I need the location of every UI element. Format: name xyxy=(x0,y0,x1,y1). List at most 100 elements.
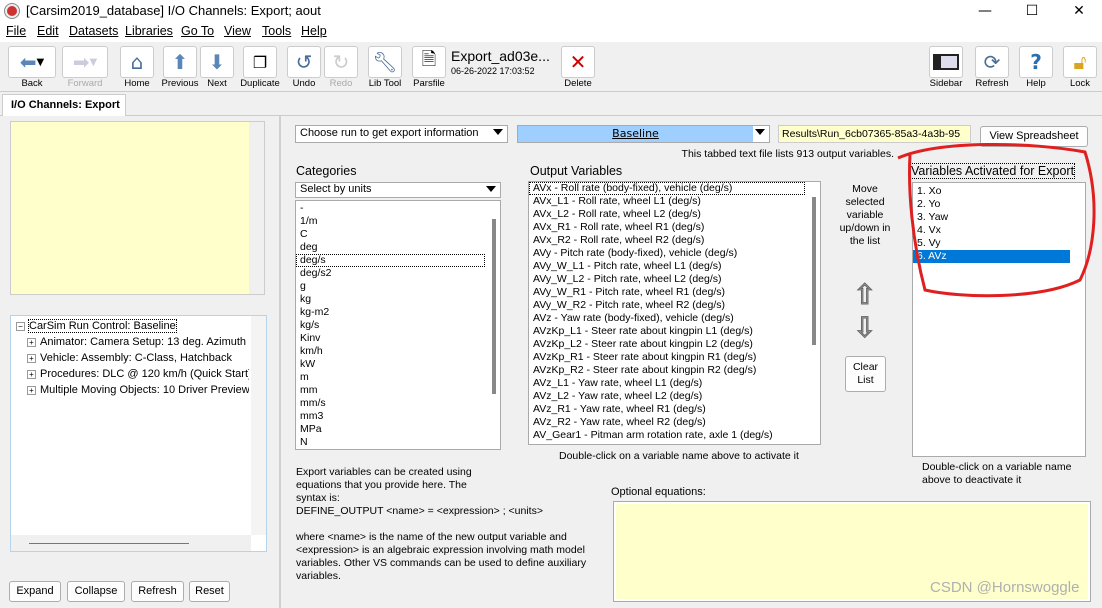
refresh-tree-button[interactable]: Refresh xyxy=(131,581,184,602)
output-variable-item[interactable]: AVx_L2 - Roll rate, wheel L2 (deg/s) xyxy=(529,208,820,221)
category-item[interactable]: MPa xyxy=(296,423,500,436)
output-variable-item[interactable]: AVx_L1 - Roll rate, wheel L1 (deg/s) xyxy=(529,195,820,208)
scrollbar[interactable] xyxy=(249,122,264,294)
category-item[interactable]: mm3 xyxy=(296,410,500,423)
output-variable-item[interactable]: AVz_R2 - Yaw rate, wheel R2 (deg/s) xyxy=(529,416,820,429)
splitter[interactable] xyxy=(279,116,281,608)
tree-root[interactable]: − CarSim Run Control: Baseline xyxy=(16,318,249,334)
categories-filter-dropdown[interactable]: Select by units xyxy=(295,182,501,198)
expand-icon[interactable]: + xyxy=(27,369,36,379)
menu-libraries[interactable]: Libraries xyxy=(125,24,173,38)
categories-list[interactable]: -1/m Cdeg deg/s deg/s2 g kg kg-m2 kg/s Kinv km/h k… xyxy=(295,200,501,450)
undo-button[interactable]: ↺ xyxy=(287,46,321,78)
previous-button[interactable]: ⬆ xyxy=(163,46,197,78)
close-button[interactable]: ✕ xyxy=(1056,0,1102,22)
menu-file[interactable]: File xyxy=(6,24,26,38)
minimize-button[interactable]: — xyxy=(962,0,1008,22)
expand-icon[interactable]: + xyxy=(27,385,36,395)
output-variable-item[interactable]: AVy_W_L1 - Pitch rate, wheel L1 (deg/s) xyxy=(529,260,820,273)
category-item[interactable]: kg-m2 xyxy=(296,306,500,319)
output-variable-item[interactable]: AVzKp_L1 - Steer rate about kingpin L1 (… xyxy=(529,325,820,338)
category-item[interactable]: deg/s2 xyxy=(296,267,500,280)
menu-help[interactable]: Help xyxy=(301,24,327,38)
expand-icon[interactable]: + xyxy=(27,353,36,363)
output-variable-item[interactable]: AVzKp_R2 - Steer rate about kingpin R2 (… xyxy=(529,364,820,377)
output-variable-item[interactable]: AVz_L1 - Yaw rate, wheel L1 (deg/s) xyxy=(529,377,820,390)
output-variable-item[interactable]: AVzKp_R1 - Steer rate about kingpin R1 (… xyxy=(529,351,820,364)
collapse-button[interactable]: Collapse xyxy=(67,581,125,602)
tree-item[interactable]: + Multiple Moving Objects: 10 Driver Prev… xyxy=(16,382,249,398)
delete-button[interactable]: ✕ xyxy=(561,46,595,78)
reset-button[interactable]: Reset xyxy=(189,581,230,602)
output-variable-item[interactable]: AVy_W_L2 - Pitch rate, wheel L2 (deg/s) xyxy=(529,273,820,286)
collapse-icon[interactable]: − xyxy=(16,321,25,331)
selected-run[interactable]: Baseline xyxy=(518,126,753,142)
lib-tool-button[interactable]: 🔧︎ xyxy=(368,46,402,78)
menu-view[interactable]: View xyxy=(224,24,251,38)
expand-icon[interactable]: + xyxy=(27,337,36,347)
dataset-tree[interactable]: − CarSim Run Control: Baseline + Animator:… xyxy=(10,315,267,552)
output-variable-item[interactable]: AVz_R1 - Yaw rate, wheel R1 (deg/s) xyxy=(529,403,820,416)
category-item[interactable]: - xyxy=(296,202,500,215)
output-variables-list[interactable]: AVx - Roll rate (body-fixed), vehicle (d… xyxy=(528,181,821,445)
parsfile-button[interactable]: 🗎 xyxy=(412,46,446,78)
output-variable-item[interactable]: AVx - Roll rate (body-fixed), vehicle (d… xyxy=(529,182,805,195)
home-button[interactable]: ⌂ xyxy=(120,46,154,78)
category-item[interactable]: mm/s xyxy=(296,397,500,410)
output-variable-item[interactable]: AVzKp_L2 - Steer rate about kingpin L2 (… xyxy=(529,338,820,351)
next-button[interactable]: ⬇ xyxy=(200,46,234,78)
output-variable-item[interactable]: AVx_R2 - Roll rate, wheel R2 (deg/s) xyxy=(529,234,820,247)
menu-datasets[interactable]: Datasets xyxy=(69,24,118,38)
sidebar-button[interactable] xyxy=(929,46,963,78)
output-variable-item[interactable]: AVy_W_R1 - Pitch rate, wheel R1 (deg/s) xyxy=(529,286,820,299)
notes-area[interactable] xyxy=(10,121,265,295)
chevron-down-icon[interactable] xyxy=(755,129,765,135)
back-button[interactable]: ⬅ ▼ xyxy=(8,46,56,78)
expand-button[interactable]: Expand xyxy=(9,581,61,602)
tab-io-channels-export[interactable]: I/O Channels: Export xyxy=(2,94,126,116)
category-item[interactable]: 1/m xyxy=(296,215,500,228)
output-variable-item[interactable]: AV_Gear1 - Pitman arm rotation rate, axl… xyxy=(529,429,820,442)
menu-edit[interactable]: Edit xyxy=(37,24,59,38)
category-item[interactable]: N xyxy=(296,436,500,449)
category-item[interactable]: km/h xyxy=(296,345,500,358)
category-item[interactable]: deg xyxy=(296,241,500,254)
scrollbar[interactable] xyxy=(805,182,820,345)
category-item[interactable]: C xyxy=(296,228,500,241)
tree-vertical-scrollbar[interactable] xyxy=(251,316,266,535)
tree-item[interactable]: + Procedures: DLC @ 120 km/h (Quick Start… xyxy=(16,366,249,382)
clear-list-button[interactable]: Clear List xyxy=(845,356,886,392)
category-item[interactable]: kg xyxy=(296,293,500,306)
optional-equations-label: Optional equations: xyxy=(611,486,706,498)
redo-button[interactable]: ↻ xyxy=(324,46,358,78)
output-variable-item[interactable]: AVx_R1 - Roll rate, wheel R1 (deg/s) xyxy=(529,221,820,234)
help-button[interactable]: ? xyxy=(1019,46,1053,78)
choose-run-dropdown[interactable]: Choose run to get export information xyxy=(295,125,508,143)
menu-goto[interactable]: Go To xyxy=(181,24,214,38)
menu-tools[interactable]: Tools xyxy=(262,24,291,38)
category-item[interactable]: m xyxy=(296,371,500,384)
tree-horizontal-scrollbar[interactable] xyxy=(11,535,251,551)
lock-button[interactable]: 🔓︎ xyxy=(1063,46,1097,78)
category-item[interactable]: deg/s xyxy=(296,254,485,267)
duplicate-button[interactable]: ❐ xyxy=(243,46,277,78)
move-up-button[interactable]: ⇧ xyxy=(852,278,876,312)
category-item[interactable]: g xyxy=(296,280,500,293)
category-item[interactable]: mm xyxy=(296,384,500,397)
category-item[interactable]: Kinv xyxy=(296,332,500,345)
output-variable-item[interactable]: AVz_L2 - Yaw rate, wheel L2 (deg/s) xyxy=(529,390,820,403)
run-selector[interactable]: Baseline xyxy=(517,125,770,143)
scrollbar[interactable] xyxy=(485,201,500,394)
tab-bar: I/O Channels: Export xyxy=(0,92,1102,116)
output-variable-item[interactable]: AVy_W_R2 - Pitch rate, wheel R2 (deg/s) xyxy=(529,299,820,312)
refresh-button[interactable]: ⟳ xyxy=(975,46,1009,78)
move-down-button[interactable]: ⇩ xyxy=(852,311,876,345)
forward-button[interactable]: ➡ ▼ xyxy=(62,46,108,78)
output-variable-item[interactable]: AVy - Pitch rate (body-fixed), vehicle (… xyxy=(529,247,820,260)
category-item[interactable]: kW xyxy=(296,358,500,371)
tree-item[interactable]: + Vehicle: Assembly: C-Class, Hatchback xyxy=(16,350,249,366)
category-item[interactable]: kg/s xyxy=(296,319,500,332)
maximize-button[interactable]: ☐ xyxy=(1009,0,1055,22)
tree-item[interactable]: + Animator: Camera Setup: 13 deg. Azimuth xyxy=(16,334,249,350)
output-variable-item[interactable]: AVz - Yaw rate (body-fixed), vehicle (de… xyxy=(529,312,820,325)
